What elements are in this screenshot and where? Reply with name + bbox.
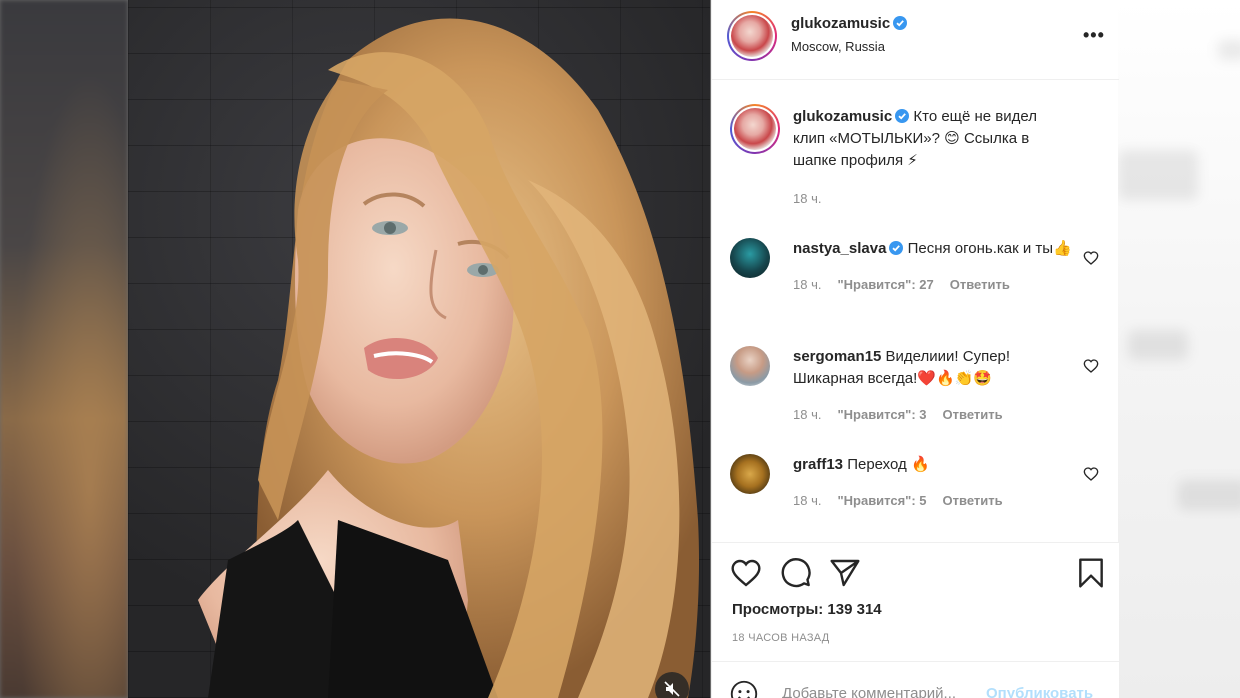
comment-time[interactable]: 18 ч. bbox=[793, 277, 821, 292]
post-side-panel: glukozamusic Moscow, Russia ••• glukozam… bbox=[711, 0, 1119, 698]
caption-body: glukozamusic Кто ещё не видел клип «МОТЫ… bbox=[793, 106, 1073, 210]
bookmark-icon[interactable] bbox=[1075, 557, 1107, 589]
comment-meta: 18 ч. "Нравится": 27 Ответить bbox=[793, 274, 1073, 296]
comment-likes[interactable]: "Нравится": 3 bbox=[837, 407, 926, 422]
caption-author-avatar[interactable] bbox=[730, 104, 780, 154]
comment-body: sergoman15 Виделиии! Супер! Шикарная все… bbox=[793, 346, 1073, 426]
publish-button[interactable]: Опубликовать bbox=[986, 685, 1093, 698]
commenter-username[interactable]: sergoman15 bbox=[793, 348, 881, 365]
post-timestamp[interactable]: 18 ЧАСОВ НАЗАД bbox=[732, 632, 830, 644]
comment-icon[interactable] bbox=[780, 557, 812, 589]
comment-composer: Добавьте комментарий... Опубликовать bbox=[712, 661, 1119, 698]
heart-icon[interactable] bbox=[1083, 358, 1099, 374]
comment-meta: 18 ч. "Нравится": 3 Ответить bbox=[793, 404, 1073, 426]
comment-likes[interactable]: "Нравится": 5 bbox=[837, 493, 926, 508]
post-header: glukozamusic Moscow, Russia ••• bbox=[712, 0, 1119, 80]
post-actions: Просмотры: 139 314 18 ЧАСОВ НАЗАД Добавь… bbox=[712, 542, 1119, 698]
more-options-button[interactable]: ••• bbox=[1083, 26, 1105, 44]
commenter-username[interactable]: nastya_slava bbox=[793, 240, 886, 257]
post-location[interactable]: Moscow, Russia bbox=[791, 39, 907, 54]
comment-likes[interactable]: "Нравится": 27 bbox=[837, 277, 933, 292]
heart-icon[interactable] bbox=[1083, 466, 1099, 482]
post-video[interactable] bbox=[128, 0, 710, 698]
comment-text: Переход 🔥 bbox=[847, 456, 930, 473]
author-info: glukozamusic Moscow, Russia bbox=[791, 15, 908, 54]
commenter-username[interactable]: graff13 bbox=[793, 456, 843, 473]
blurred-backdrop-right bbox=[1118, 0, 1240, 698]
reply-button[interactable]: Ответить bbox=[943, 407, 1003, 422]
commenter-avatar[interactable] bbox=[730, 454, 770, 494]
speaker-muted-icon bbox=[664, 681, 680, 697]
video-frame-woman bbox=[198, 18, 700, 698]
comment-body: nastya_slava Песня огонь.как и ты👍 18 ч.… bbox=[793, 238, 1073, 296]
comment-time[interactable]: 18 ч. bbox=[793, 407, 821, 422]
author-avatar[interactable] bbox=[727, 11, 777, 61]
comment-meta: 18 ч. "Нравится": 5 Ответить bbox=[793, 490, 1073, 512]
verified-badge-icon bbox=[893, 16, 908, 30]
reply-button[interactable]: Ответить bbox=[943, 493, 1003, 508]
verified-badge-icon bbox=[895, 109, 910, 123]
smiley-icon[interactable] bbox=[730, 680, 758, 698]
author-username[interactable]: glukozamusic bbox=[791, 15, 890, 32]
comment-input[interactable]: Добавьте комментарий... bbox=[782, 685, 956, 698]
verified-badge-icon bbox=[889, 241, 904, 255]
caption-time[interactable]: 18 ч. bbox=[793, 188, 1073, 210]
heart-icon[interactable] bbox=[730, 557, 762, 589]
commenter-avatar[interactable] bbox=[730, 346, 770, 386]
blurred-backdrop-left bbox=[0, 0, 128, 698]
commenter-avatar[interactable] bbox=[730, 238, 770, 278]
caption-username[interactable]: glukozamusic bbox=[793, 108, 892, 125]
heart-icon[interactable] bbox=[1083, 250, 1099, 266]
comment-body: graff13 Переход 🔥 18 ч. "Нравится": 5 Отве… bbox=[793, 454, 1073, 512]
reply-button[interactable]: Ответить bbox=[950, 277, 1010, 292]
comment-text: Песня огонь.как и ты👍 bbox=[907, 240, 1072, 257]
comment-time[interactable]: 18 ч. bbox=[793, 493, 821, 508]
views-count[interactable]: Просмотры: 139 314 bbox=[732, 601, 882, 618]
mute-toggle-button[interactable] bbox=[655, 672, 689, 698]
paper-plane-icon[interactable] bbox=[829, 557, 861, 589]
